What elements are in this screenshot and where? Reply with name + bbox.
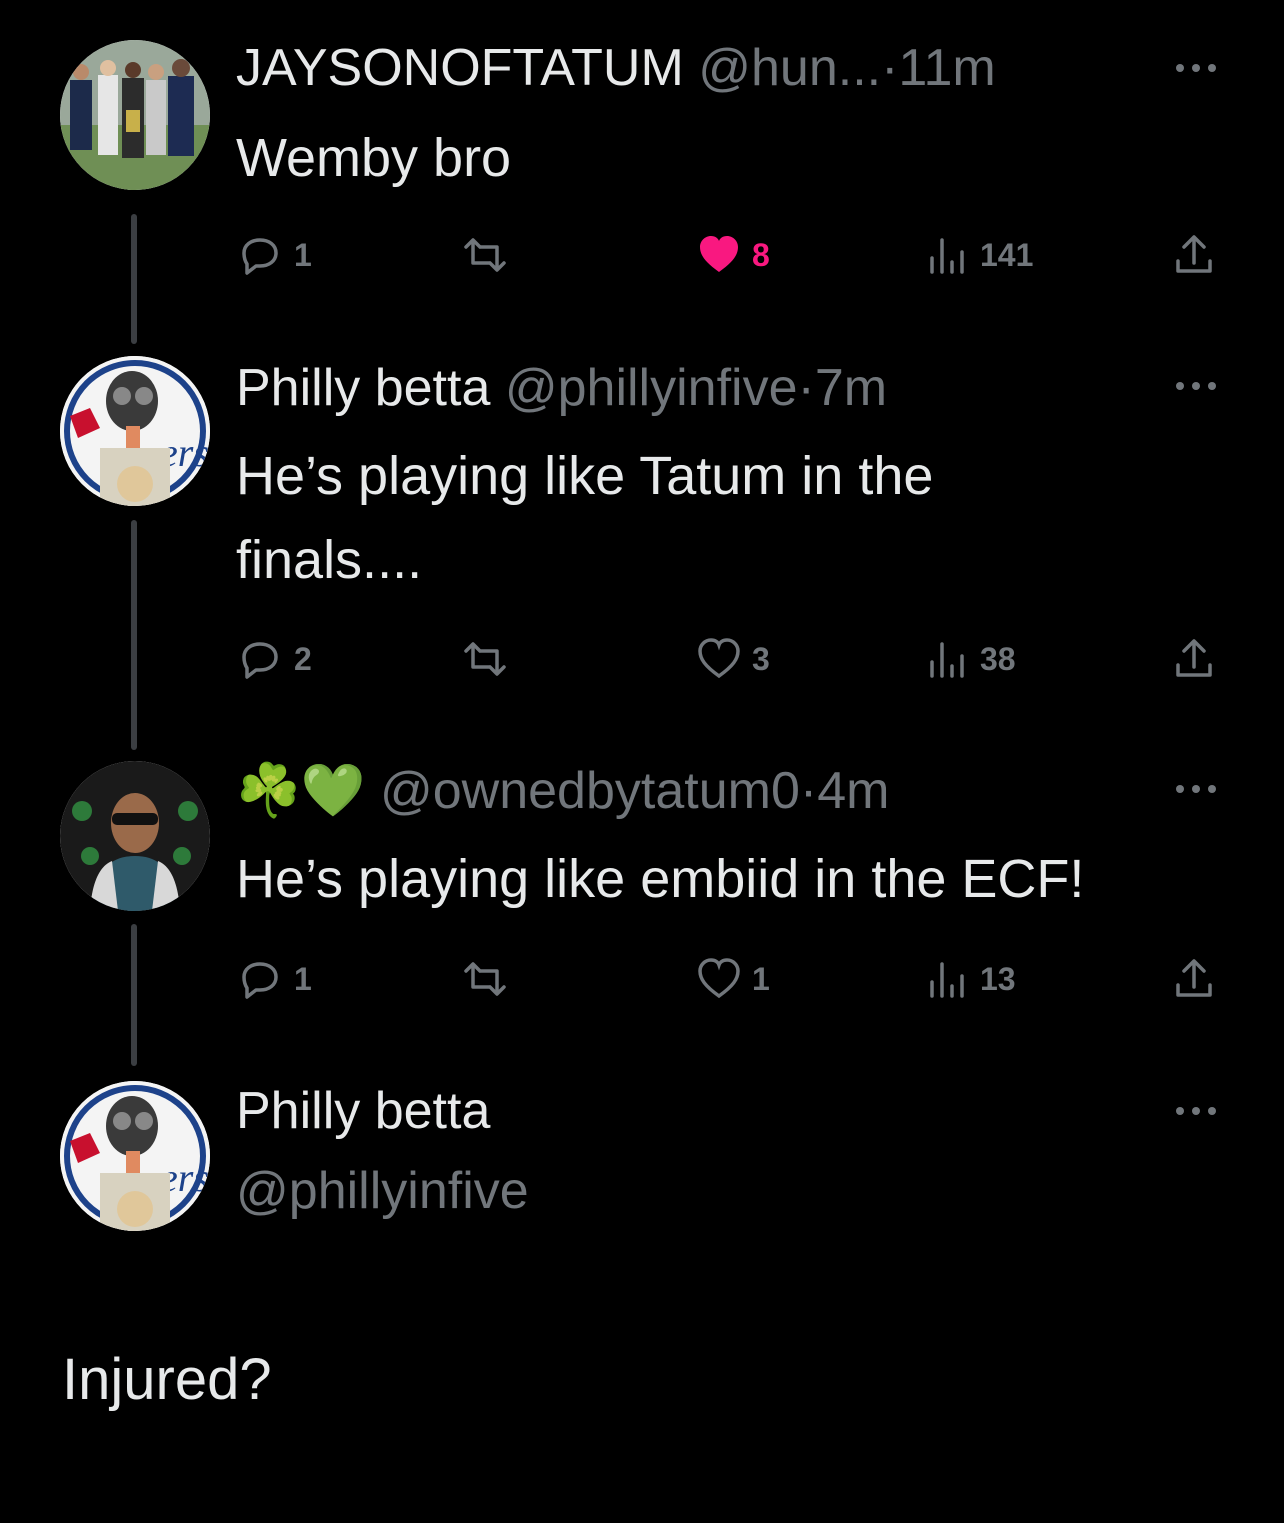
tweet-text-line: He’s playing like Tatum in the — [236, 446, 934, 506]
more-icon[interactable] — [1170, 378, 1222, 394]
more-icon[interactable] — [1170, 1103, 1222, 1119]
avatar[interactable] — [60, 40, 210, 190]
handle[interactable]: @hun... — [698, 39, 881, 97]
handle[interactable]: @phillyinfive — [505, 359, 798, 417]
more-icon[interactable] — [1170, 781, 1222, 797]
tweet[interactable]: ers Philly betta @phillyinfive·7m He’s p… — [0, 340, 1284, 730]
composer-handle[interactable]: @phillyinfive — [236, 1161, 529, 1221]
tweet[interactable]: JAYSONOFTATUM @hun...·11m Wemby bro 1 8 … — [0, 0, 1284, 320]
like-button[interactable]: 3 — [696, 634, 770, 684]
tweet-text: Wemby bro — [236, 128, 512, 188]
view-count: 38 — [980, 640, 1016, 677]
action-bar: 1 8 141 — [236, 230, 1226, 280]
action-bar: 2 3 38 — [236, 634, 1226, 684]
share-button[interactable] — [1170, 634, 1228, 684]
reply-icon — [242, 238, 278, 275]
reply-text: Injured? — [62, 1347, 272, 1412]
action-bar: 1 1 13 — [236, 954, 1226, 1004]
view-count: 141 — [980, 236, 1034, 273]
tweet-text-line: finals.... — [236, 530, 423, 590]
retweet-icon — [464, 642, 506, 676]
avatar[interactable]: ers — [60, 356, 210, 506]
views-button[interactable]: 141 — [926, 230, 1033, 280]
timestamp[interactable]: ·4m — [800, 762, 890, 820]
composer-name[interactable]: Philly betta — [236, 1081, 490, 1141]
retweet-button[interactable] — [456, 230, 524, 280]
views-icon — [930, 642, 964, 678]
like-icon — [698, 958, 740, 999]
like-icon — [698, 638, 740, 679]
reply-count: 1 — [294, 960, 312, 997]
tweet[interactable]: ☘️💚 @ownedbytatum0·4m He’s playing like … — [0, 745, 1284, 1065]
like-count: 1 — [752, 960, 770, 997]
views-icon — [930, 238, 964, 274]
reply-icon — [242, 642, 278, 679]
display-name[interactable]: JAYSONOFTATUM — [236, 39, 684, 97]
like-icon — [700, 236, 738, 272]
retweet-button[interactable] — [456, 634, 524, 684]
more-icon[interactable] — [1170, 60, 1222, 76]
share-icon — [1176, 959, 1212, 997]
views-icon — [930, 962, 964, 998]
views-button[interactable]: 38 — [926, 634, 1016, 684]
reply-button[interactable]: 1 — [236, 954, 312, 1004]
display-name[interactable]: Philly betta — [236, 359, 490, 417]
view-count: 13 — [980, 960, 1016, 997]
reply-count: 1 — [294, 236, 312, 273]
handle[interactable]: @ownedbytatum0 — [380, 762, 800, 820]
like-count: 8 — [752, 236, 770, 273]
share-button[interactable] — [1170, 954, 1228, 1004]
share-button[interactable] — [1170, 230, 1228, 280]
share-icon — [1176, 235, 1212, 273]
tweet-text: He’s playing like embiid in the ECF! — [236, 849, 1085, 909]
retweet-icon — [464, 962, 506, 996]
timestamp[interactable]: ·7m — [798, 359, 888, 417]
like-count: 3 — [752, 640, 770, 677]
timestamp[interactable]: ·11m — [881, 39, 996, 97]
reply-count: 2 — [294, 640, 312, 677]
retweet-button[interactable] — [456, 954, 524, 1004]
tweet-header: JAYSONOFTATUM @hun...·11m — [236, 38, 996, 98]
reply-button[interactable]: 1 — [236, 230, 312, 280]
retweet-icon — [464, 238, 506, 272]
reply-button[interactable]: 2 — [236, 634, 312, 684]
tweet-header: Philly betta @phillyinfive·7m — [236, 358, 887, 418]
reply-composer[interactable]: ers Philly betta @phillyinfive — [0, 1065, 1284, 1265]
display-name-emoji[interactable]: ☘️💚 — [236, 762, 366, 820]
views-button[interactable]: 13 — [926, 954, 1016, 1004]
avatar[interactable]: ers — [60, 1081, 210, 1231]
like-button[interactable]: 8 — [696, 230, 770, 280]
tweet-text: He’s playing like Tatum in the finals...… — [236, 434, 1196, 602]
avatar[interactable] — [60, 761, 210, 911]
share-icon — [1176, 639, 1212, 677]
reply-icon — [242, 962, 278, 999]
like-button[interactable]: 1 — [696, 954, 770, 1004]
tweet-header: ☘️💚 @ownedbytatum0·4m — [236, 761, 889, 821]
